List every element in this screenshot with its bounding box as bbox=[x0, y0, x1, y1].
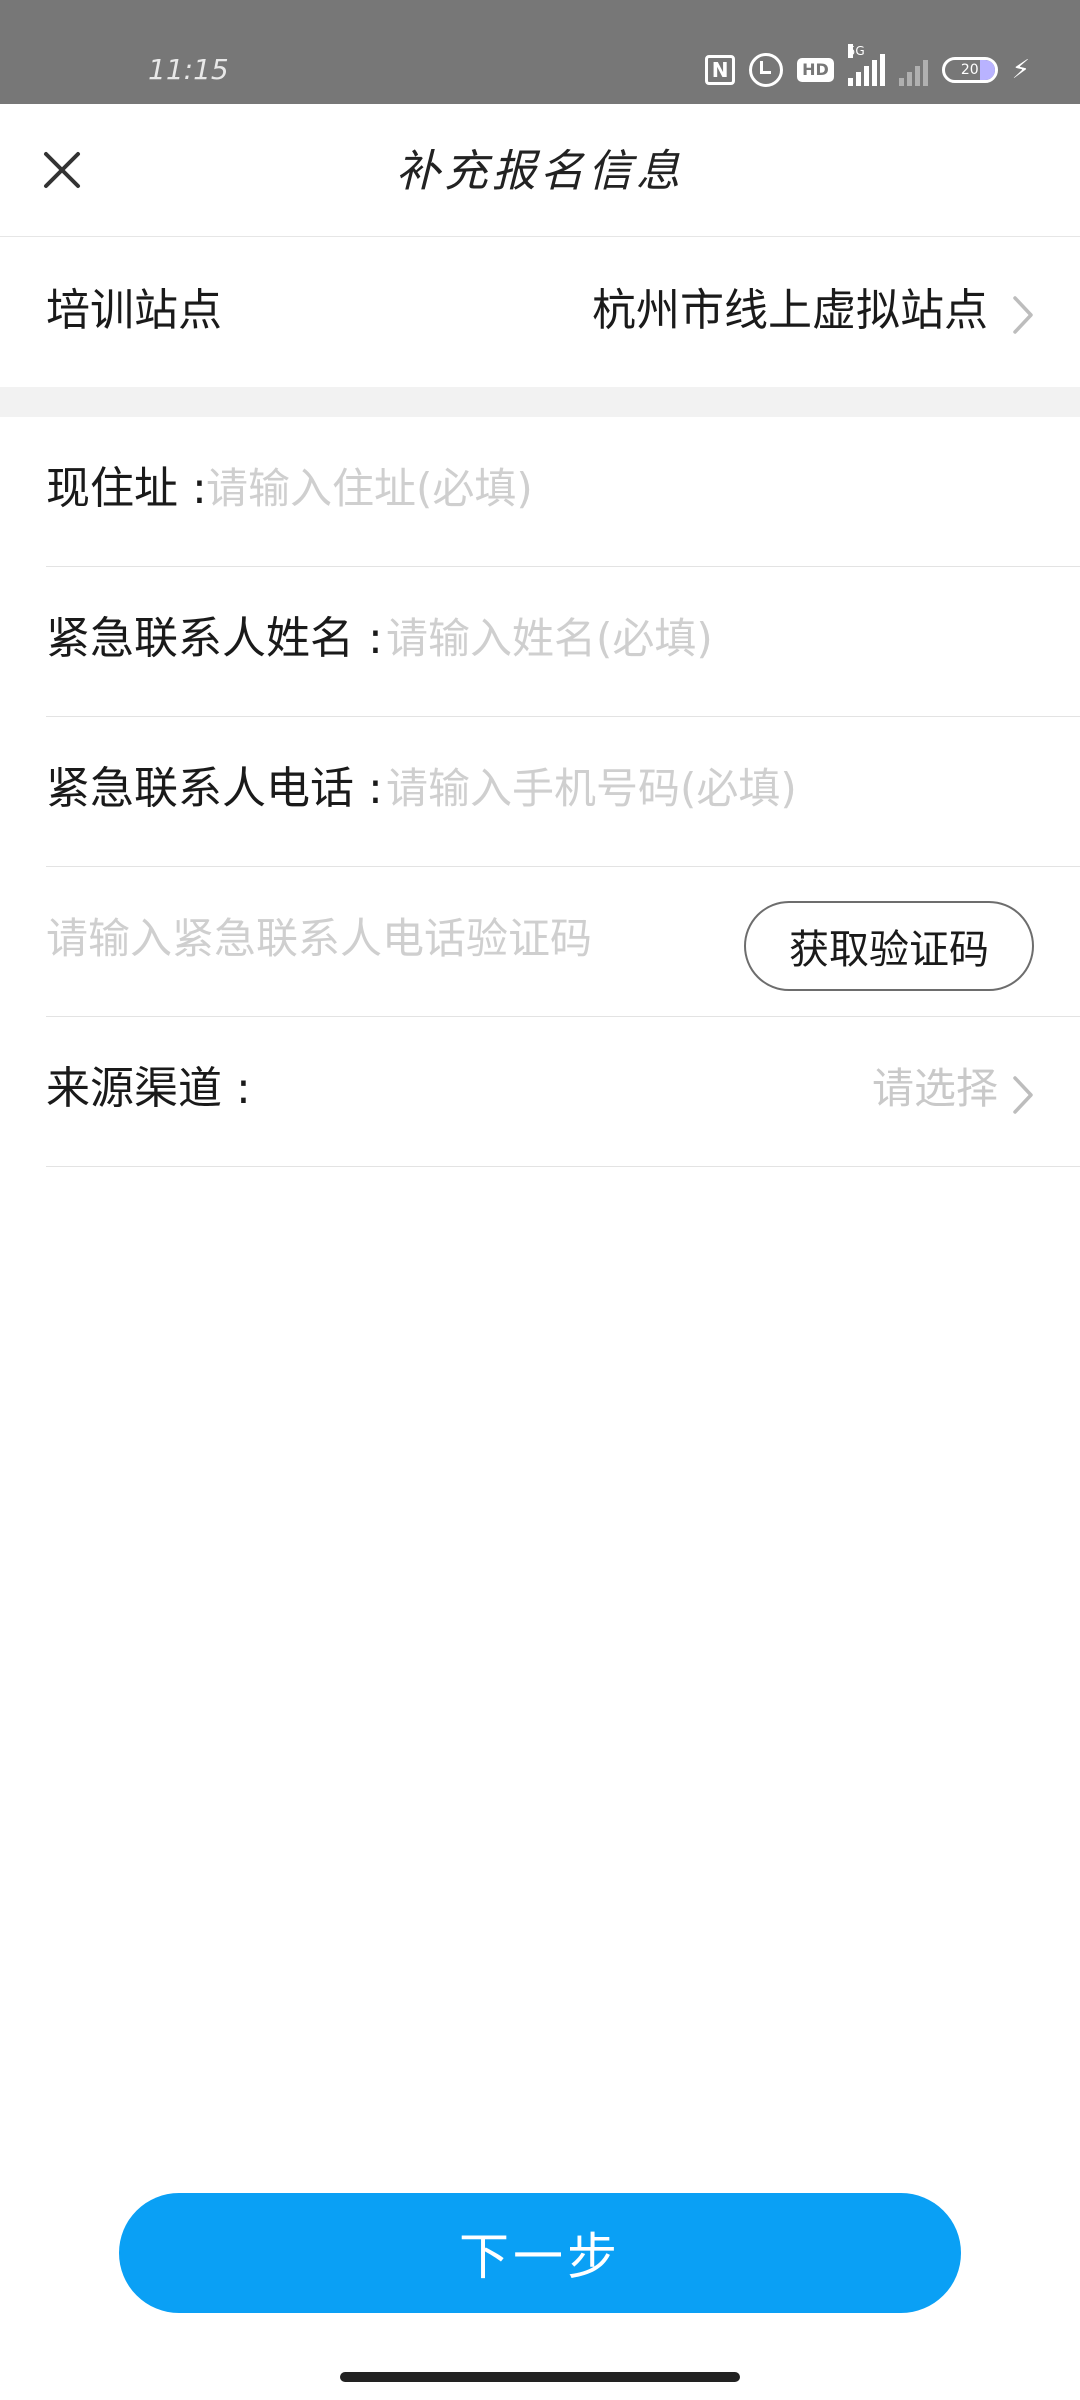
chevron-right-icon bbox=[1013, 296, 1033, 334]
header: 补充报名信息 bbox=[0, 104, 1080, 237]
status-time: 11:15 bbox=[148, 53, 229, 86]
address-label: 现住址 : bbox=[46, 463, 207, 514]
chevron-right-icon bbox=[1013, 1076, 1033, 1114]
status-bar: 11:15 N HD 5G 20 ⚡ bbox=[0, 0, 1080, 104]
contact-name-label: 紧急联系人姓名 : bbox=[46, 613, 383, 664]
battery-icon: 20 bbox=[941, 57, 998, 83]
contact-phone-label: 紧急联系人电话 : bbox=[46, 763, 383, 814]
section-divider bbox=[0, 387, 1080, 417]
battery-level: 20 bbox=[960, 62, 979, 78]
signal-2-icon bbox=[898, 54, 928, 86]
page-title: 补充报名信息 bbox=[396, 146, 684, 197]
station-row[interactable]: 培训站点 杭州市线上虚拟站点 bbox=[0, 237, 1080, 387]
signal-icon: 5G bbox=[847, 44, 885, 86]
verify-code-row: 获取验证码 bbox=[46, 867, 1080, 1017]
nfc-icon: N bbox=[705, 55, 736, 85]
network-type-label: 5G bbox=[847, 44, 865, 58]
address-input[interactable] bbox=[206, 461, 1066, 517]
contact-name-input[interactable] bbox=[386, 611, 1066, 667]
address-row: 现住址 : bbox=[46, 417, 1080, 567]
next-step-button[interactable]: 下一步 bbox=[119, 2193, 961, 2313]
source-label: 来源渠道 : bbox=[46, 1063, 251, 1114]
contact-name-row: 紧急联系人姓名 : bbox=[46, 567, 1080, 717]
station-value: 杭州市线上虚拟站点 bbox=[592, 285, 988, 336]
verify-code-input[interactable] bbox=[46, 911, 686, 967]
contact-phone-row: 紧急联系人电话 : bbox=[46, 717, 1080, 867]
contact-phone-input[interactable] bbox=[386, 761, 1066, 817]
home-indicator[interactable] bbox=[340, 2372, 740, 2382]
hd-icon: HD bbox=[797, 58, 834, 82]
source-row[interactable]: 来源渠道 : 请选择 bbox=[46, 1017, 1080, 1167]
alarm-icon bbox=[749, 53, 784, 87]
station-label: 培训站点 bbox=[46, 285, 222, 336]
status-icons: N HD 5G 20 ⚡ bbox=[705, 44, 1030, 90]
get-code-button[interactable]: 获取验证码 bbox=[744, 901, 1034, 991]
charging-icon: ⚡ bbox=[1011, 55, 1030, 85]
source-select[interactable]: 请选择 bbox=[872, 1061, 998, 1117]
